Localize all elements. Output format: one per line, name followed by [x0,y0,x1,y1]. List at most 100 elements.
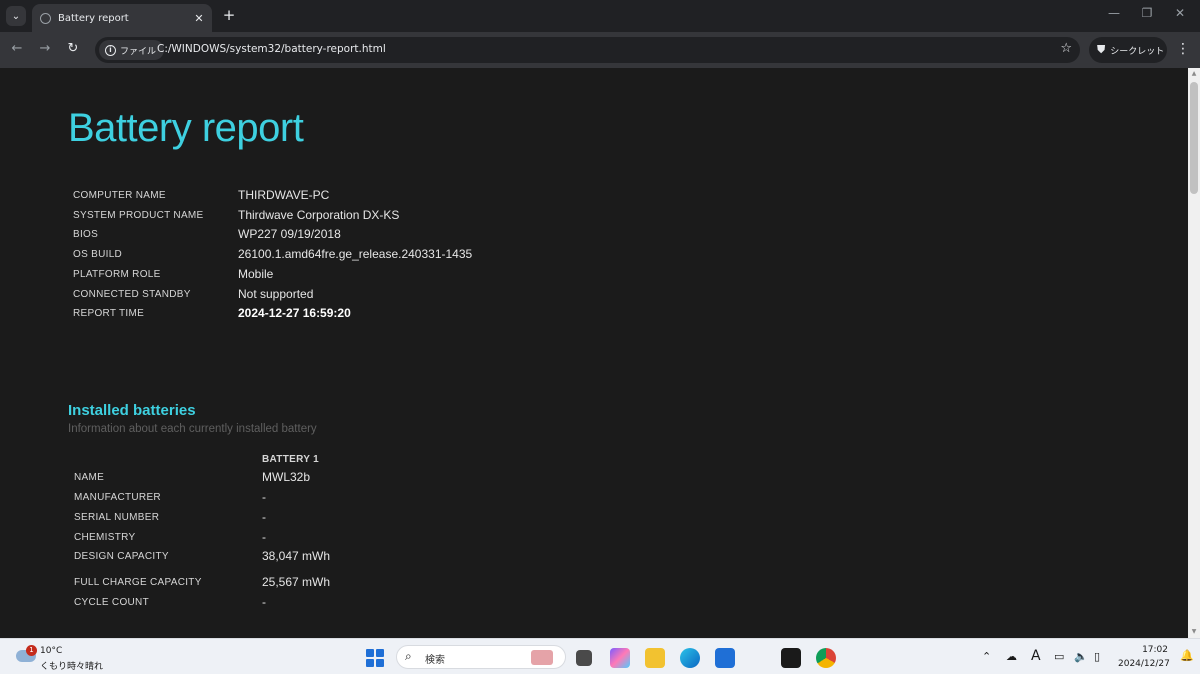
info-key: BIOS [73,229,99,240]
back-arrow-icon[interactable]: ← [8,41,26,56]
battery-row-design-capacity: DESIGN CAPACITY 38,047 mWh [74,548,674,568]
info-value: THIRDWAVE-PC [238,188,330,202]
info-key: PLATFORM ROLE [73,269,161,280]
clock-time: 17:02 [1142,645,1168,655]
edge-icon[interactable] [680,648,700,668]
info-row-report-time: REPORT TIME 2024-12-27 16:59:20 [73,305,673,325]
bookmark-star-icon[interactable]: ☆ [1060,41,1072,56]
task-view-icon[interactable] [576,650,592,666]
battery-key: CYCLE COUNT [74,597,149,608]
browser-menu-icon[interactable]: ⋮ [1176,41,1190,57]
onedrive-cloud-icon[interactable]: ☁ [1006,650,1017,663]
battery-value: - [262,530,266,544]
tab-search-chevron-icon[interactable]: ⌄ [6,6,26,26]
forward-arrow-icon[interactable]: → [36,41,54,56]
start-windows-icon[interactable] [366,649,384,667]
notification-bell-icon[interactable]: 🔔 [1180,649,1194,662]
reload-icon[interactable]: ↻ [64,41,82,56]
info-row-computer-name: COMPUTER NAME THIRDWAVE-PC [73,187,673,207]
info-row-system-product-name: SYSTEM PRODUCT NAME Thirdwave Corporatio… [73,207,673,227]
tab-battery-report[interactable]: Battery report ✕ [32,4,212,32]
globe-icon [40,12,51,24]
report-page: Battery report COMPUTER NAME THIRDWAVE-P… [0,68,1188,638]
clock-date: 2024/12/27 [1118,659,1170,669]
battery-key: DESIGN CAPACITY [74,551,169,562]
battery-row-manufacturer: MANUFACTURER - [74,489,674,509]
restore-icon[interactable]: ❐ [1137,6,1157,20]
terminal-icon[interactable] [781,648,801,668]
file-explorer-icon[interactable] [645,648,665,668]
info-value: Mobile [238,267,274,281]
system-clock[interactable]: 17:02 2024/12/27 [1118,643,1170,671]
battery-key: SERIAL NUMBER [74,512,160,523]
weather-badge: 1 [26,645,37,656]
search-placeholder: 検索 [425,655,445,666]
info-value: 26100.1.amd64fre.ge_release.240331-1435 [238,247,473,261]
battery-value: - [262,490,266,504]
site-info-chip[interactable]: i ファイル [99,40,165,60]
windows-taskbar: 1 10°C くもり時々晴れ ⌕ 検索 ⌃ ☁ A ▭ 🔈 ▯ 17:02 20… [0,638,1200,674]
info-key: COMPUTER NAME [73,190,166,201]
section-heading-installed-batteries: Installed batteries [68,402,196,419]
battery-value: - [262,510,266,524]
new-tab-plus-icon[interactable]: + [220,6,238,24]
battery-column-header: BATTERY 1 [262,454,319,465]
page-scrollbar[interactable]: ▲ ▼ [1188,68,1200,638]
info-icon: i [105,44,116,56]
scrollbar-thumb[interactable] [1190,82,1198,194]
weather-widget[interactable]: 1 10°C くもり時々晴れ [14,643,114,672]
weather-condition: くもり時々晴れ [40,662,104,672]
battery-key: MANUFACTURER [74,492,161,503]
tray-overflow-chevron-icon[interactable]: ⌃ [982,650,991,663]
scroll-down-arrow-icon[interactable]: ▼ [1188,628,1200,635]
ime-indicator[interactable]: A [1031,648,1041,664]
info-value: WP227 09/19/2018 [238,227,341,241]
url-text[interactable]: C:/WINDOWS/system32/battery-report.html [157,43,386,55]
minimize-icon[interactable]: — [1104,6,1124,20]
chrome-icon[interactable] [816,648,836,668]
incognito-indicator[interactable]: ⛊ シークレット [1089,37,1167,63]
info-key: SYSTEM PRODUCT NAME [73,210,204,221]
battery-value: 38,047 mWh [262,549,331,563]
browser-tab-bar: ⌄ Battery report ✕ + — ❐ ✕ [0,0,1200,32]
copilot-icon[interactable] [610,648,630,668]
network-icon[interactable]: ▭ [1054,650,1064,663]
info-row-platform-role: PLATFORM ROLE Mobile [73,266,673,286]
battery-key: NAME [74,472,105,483]
tab-close-icon[interactable]: ✕ [191,12,207,25]
info-key: CONNECTED STANDBY [73,289,191,300]
battery-value: MWL32b [262,470,311,484]
weather-temperature: 10°C [40,646,63,656]
battery-key: CHEMISTRY [74,532,136,543]
battery-value: 25,567 mWh [262,575,331,589]
incognito-icon: ⛊ [1097,43,1106,56]
url-scheme-label: ファイル [120,46,157,57]
info-key: REPORT TIME [73,308,145,319]
battery-key: FULL CHARGE CAPACITY [74,577,202,588]
browser-toolbar: ← → ↻ i ファイル C:/WINDOWS/system32/battery… [0,32,1200,68]
battery-icon[interactable]: ▯ [1094,650,1100,663]
scroll-up-arrow-icon[interactable]: ▲ [1188,70,1200,77]
info-value: Not supported [238,287,314,301]
store-icon[interactable] [715,648,735,668]
info-row-connected-standby: CONNECTED STANDBY Not supported [73,286,673,306]
info-row-bios: BIOS WP227 09/19/2018 [73,226,673,246]
address-bar[interactable]: i ファイル C:/WINDOWS/system32/battery-repor… [95,37,1080,63]
section-subtitle: Information about each currently install… [68,423,317,435]
tab-title: Battery report [58,12,129,24]
battery-row-serial-number: SERIAL NUMBER - [74,509,674,529]
info-value: 2024-12-27 16:59:20 [238,306,351,320]
window-close-icon[interactable]: ✕ [1170,6,1190,20]
info-row-os-build: OS BUILD 26100.1.amd64fre.ge_release.240… [73,246,673,266]
page-title: Battery report [68,106,304,150]
search-icon: ⌕ [405,649,412,663]
incognito-label: シークレット [1110,46,1165,57]
search-highlight-icon [531,650,553,665]
battery-row-name: NAME MWL32b [74,469,674,489]
battery-row-full-charge-capacity: FULL CHARGE CAPACITY 25,567 mWh [74,574,674,594]
battery-row-cycle-count: CYCLE COUNT - [74,594,674,614]
volume-icon[interactable]: 🔈 [1074,650,1088,663]
battery-value: - [262,595,266,609]
info-value: Thirdwave Corporation DX-KS [238,208,400,222]
taskbar-search-box[interactable]: ⌕ 検索 [396,645,566,669]
